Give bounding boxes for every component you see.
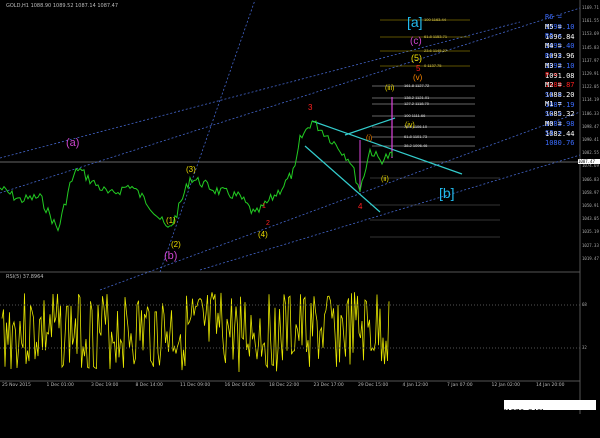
price-tick: 1137.97 [582,57,599,63]
time-tick: 18 Dec 22:00 [269,383,300,388]
fib-label: 61.8 1153.71 [424,34,448,39]
wave-3: 3 [308,103,313,112]
price-tick: 1019.47 [582,255,599,261]
time-tick: 11 Dec 09:00 [180,383,211,388]
time-tick: 14 Jan 20:00 [536,383,565,388]
wave-ii: (ii) [381,176,389,183]
time-tick: 7 Jan 07:00 [447,383,473,388]
pivot-level: S3 = 1080.76 [545,129,575,148]
price-tick: 1098.47 [582,123,599,129]
time-tick: 23 Dec 17:00 [313,383,344,388]
time-tick: 1 Dec 01:00 [46,383,74,388]
price-tick: 1082.55 [582,150,599,156]
price-tick: 1122.05 [582,84,599,90]
wave-1-red: 1 [262,203,266,210]
price-tick: 1114.19 [582,97,599,103]
wave-2-red: 2 [266,220,270,227]
time-tick: 29 Dec 15:00 [358,383,389,388]
fib-label: 100 1111.66 [404,113,426,118]
current-price-tag: 1087.47 [578,159,600,164]
wave-4-yellow: (4) [258,230,268,239]
fib-label: 38.2 1096.46 [404,143,428,148]
rsi-series [1,292,390,373]
fib-label: 100 1163.44 [424,17,446,22]
price-series [0,120,393,232]
fib-label: 61.8 1101.73 [404,134,428,139]
price-chart[interactable] [0,0,600,414]
price-tick: 1129.91 [582,71,599,76]
fib-label: 138.2 1121.01 [404,95,430,100]
wave-5-yellow: (5) [411,53,422,63]
wave-1: (1) [166,216,176,225]
fib-label: 0 1137.75 [424,63,442,68]
wave-v-orange: (v) [413,73,423,82]
rsi-level-lo: 32 [582,345,587,350]
wave-iv: (iv) [405,122,415,129]
time-tick: 8 Dec 14:00 [135,383,163,388]
wave-3-yellow: (3) [186,165,196,174]
wave-2: (2) [171,240,181,249]
wave-a-big: [a] [407,14,423,30]
price-tick: 1074.69 [582,163,599,169]
price-tick: 1106.33 [582,110,599,116]
time-tick: 12 Jan 02:00 [491,383,521,388]
price-tick: 1058.97 [582,189,599,195]
price-tick: 1090.41 [582,137,599,142]
time-tick: 4 Jan 12:00 [402,383,429,388]
wave-4: 4 [358,202,363,211]
price-tick: 1027.33 [582,242,599,248]
rsi-title: RSI(5) 37.8964 [6,274,44,280]
rsi-level-hi: 68 [582,302,587,307]
price-tick: 1043.05 [582,216,599,222]
wave-b-small: (b) [164,250,178,262]
wave-a-small: (a) [66,137,80,149]
wave-iii: (iii) [385,85,395,92]
time-tick: 16 Dec 04:00 [224,383,255,388]
price-tick: 1161.55 [582,18,599,24]
wave-c-small: (c) [410,36,422,47]
fib-label: 23.6 1145.27 [424,48,448,53]
price-tick: 1169.71 [582,5,599,10]
price-tick: 1050.91 [582,203,599,208]
price-tick: 1145.83 [582,44,599,50]
chart-window: GOLD,H1 1088.90 1089.52 1087.14 1087.47 [0,0,600,436]
price-tick: 1153.69 [582,31,599,37]
wave-5-red: 5 [416,64,421,73]
wave-i: (i) [366,135,373,142]
time-tick: 3 Dec 19:00 [91,383,119,388]
upic-watermark: [1276x840] http://upic.me/ [504,400,596,436]
price-tick: 1035.19 [582,229,599,235]
fib-label: 161.8 1127.72 [404,83,430,88]
wave-b-big: [b] [439,185,455,201]
fib-label: 127.2 1118.70 [404,101,429,106]
price-tick: 1066.83 [582,176,599,182]
time-tick: 25 Nov 2015 [2,383,31,388]
